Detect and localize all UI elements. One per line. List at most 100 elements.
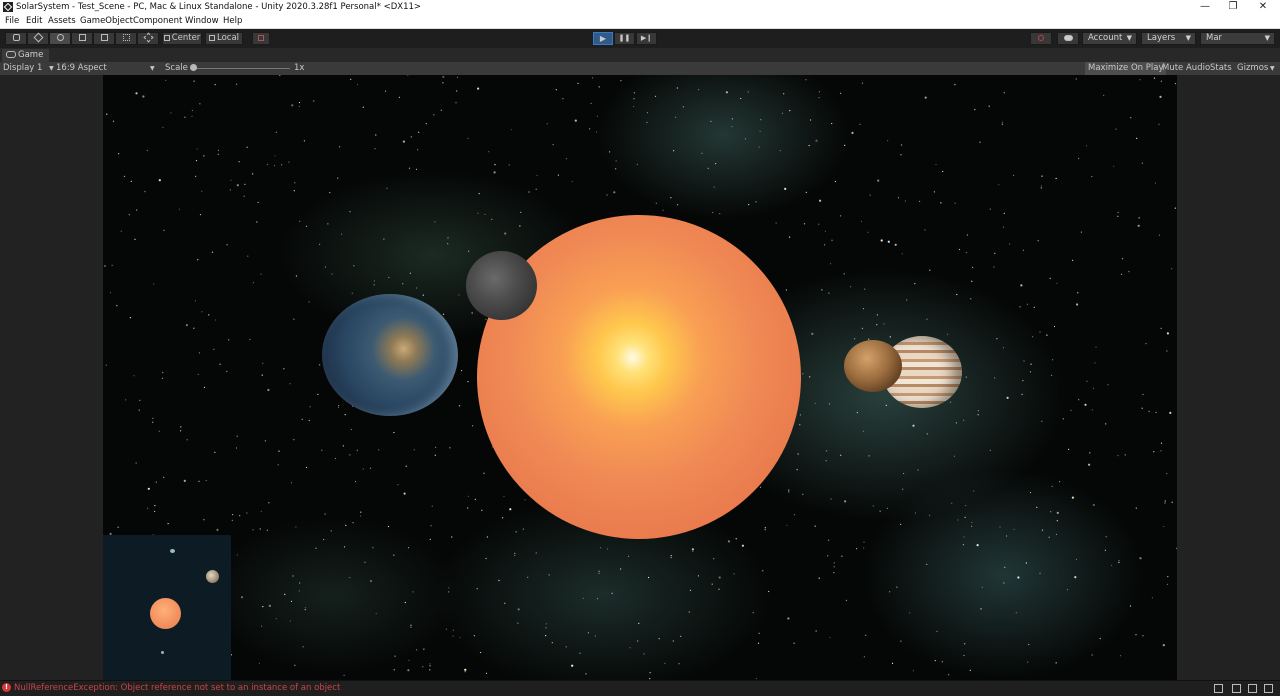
star: [1166, 350, 1168, 352]
scale-slider-handle[interactable]: [190, 64, 197, 71]
star: [459, 636, 461, 638]
play-button[interactable]: ▶: [593, 32, 613, 45]
star: [941, 661, 943, 663]
star: [599, 547, 602, 549]
pause-button[interactable]: ❚❚: [614, 32, 635, 45]
star: [735, 538, 737, 540]
star: [261, 625, 263, 627]
debug-icon[interactable]: [1264, 684, 1273, 693]
custom-tool-button[interactable]: [137, 32, 159, 45]
star: [195, 160, 198, 162]
menu-component[interactable]: Component: [133, 16, 182, 26]
star: [1006, 396, 1009, 399]
star: [748, 204, 750, 206]
star: [655, 202, 657, 204]
space-local-label: Local: [216, 33, 240, 43]
close-button[interactable]: ✕: [1248, 0, 1278, 15]
star: [393, 554, 395, 556]
star: [264, 440, 266, 442]
hand-tool-button[interactable]: [5, 32, 27, 45]
stats-toggle[interactable]: Stats: [1207, 62, 1235, 75]
collab-button[interactable]: [1030, 32, 1052, 45]
star: [1171, 501, 1173, 503]
star: [545, 627, 547, 629]
transform-tool-button[interactable]: [115, 32, 137, 45]
star: [633, 92, 636, 94]
chevron-down-icon[interactable]: ▼: [150, 65, 155, 72]
star: [354, 480, 357, 483]
star: [715, 163, 717, 165]
menu-gameobject[interactable]: GameObject: [80, 16, 133, 26]
maximize-on-play-toggle[interactable]: Maximize On Play: [1085, 62, 1167, 75]
star: [1174, 207, 1176, 209]
cloud-button[interactable]: [1057, 32, 1079, 45]
star: [1118, 560, 1120, 562]
account-dropdown[interactable]: Account ▼: [1082, 32, 1137, 45]
star: [951, 502, 953, 504]
display-dropdown[interactable]: Display 1 ▼: [3, 63, 54, 73]
network-icon[interactable]: [1232, 684, 1241, 693]
star: [862, 430, 865, 432]
star: [833, 562, 835, 564]
pivot-center-button[interactable]: Center: [162, 32, 202, 45]
star: [303, 140, 305, 142]
chevron-down-icon[interactable]: ▼: [1270, 65, 1275, 72]
rotate-tool-button[interactable]: [49, 32, 71, 45]
pivot-center-label: Center: [171, 33, 201, 43]
star: [535, 552, 537, 554]
star: [689, 589, 692, 592]
bake-icon[interactable]: [1248, 684, 1257, 693]
menu-file[interactable]: File: [5, 16, 19, 26]
gizmos-dropdown[interactable]: Gizmos: [1234, 62, 1271, 75]
layers-dropdown[interactable]: Layers ▼: [1141, 32, 1196, 45]
star: [434, 221, 436, 223]
star: [403, 492, 406, 495]
star: [235, 447, 238, 449]
scale-slider-track[interactable]: [195, 68, 290, 69]
tab-game[interactable]: Game: [2, 49, 50, 62]
layout-dropdown[interactable]: Mar ▼: [1200, 32, 1275, 45]
star: [429, 663, 431, 665]
menu-edit[interactable]: Edit: [26, 16, 42, 26]
star: [880, 239, 883, 242]
star: [258, 662, 260, 664]
star: [954, 202, 956, 204]
star: [329, 192, 331, 194]
star: [727, 540, 731, 543]
progress-icon[interactable]: [1214, 684, 1223, 693]
star: [711, 583, 713, 585]
step-button[interactable]: ▶❙: [636, 32, 657, 45]
menu-help[interactable]: Help: [223, 16, 242, 26]
moon: [466, 251, 537, 320]
star: [863, 547, 865, 549]
rect-tool-button[interactable]: [93, 32, 115, 45]
star: [434, 454, 436, 456]
star: [673, 150, 675, 152]
star: [891, 662, 894, 665]
game-viewport[interactable]: [103, 75, 1177, 680]
star: [1075, 78, 1077, 80]
space-local-button[interactable]: Local: [205, 32, 243, 45]
console-error-message[interactable]: NullReferenceException: Object reference…: [14, 683, 340, 693]
star: [1056, 511, 1059, 514]
status-bar[interactable]: ! NullReferenceException: Object referen…: [0, 680, 1280, 696]
mute-audio-toggle[interactable]: Mute Audio: [1159, 62, 1213, 75]
snap-button[interactable]: [252, 32, 270, 45]
star: [713, 558, 715, 560]
move-tool-button[interactable]: [27, 32, 49, 45]
scale-tool-button[interactable]: [71, 32, 93, 45]
star: [999, 526, 1001, 528]
star: [867, 231, 869, 233]
star: [1141, 407, 1143, 409]
star: [1148, 410, 1150, 412]
restore-button[interactable]: ❐: [1218, 0, 1248, 15]
star: [1158, 234, 1161, 236]
mini-planet-c: [161, 651, 164, 654]
star: [494, 164, 496, 166]
aspect-dropdown[interactable]: 16:9 Aspect: [56, 63, 107, 73]
star: [548, 574, 550, 576]
menu-assets[interactable]: Assets: [48, 16, 76, 26]
menu-window[interactable]: Window: [185, 16, 219, 26]
minimize-button[interactable]: —: [1190, 0, 1220, 15]
star: [275, 131, 277, 133]
